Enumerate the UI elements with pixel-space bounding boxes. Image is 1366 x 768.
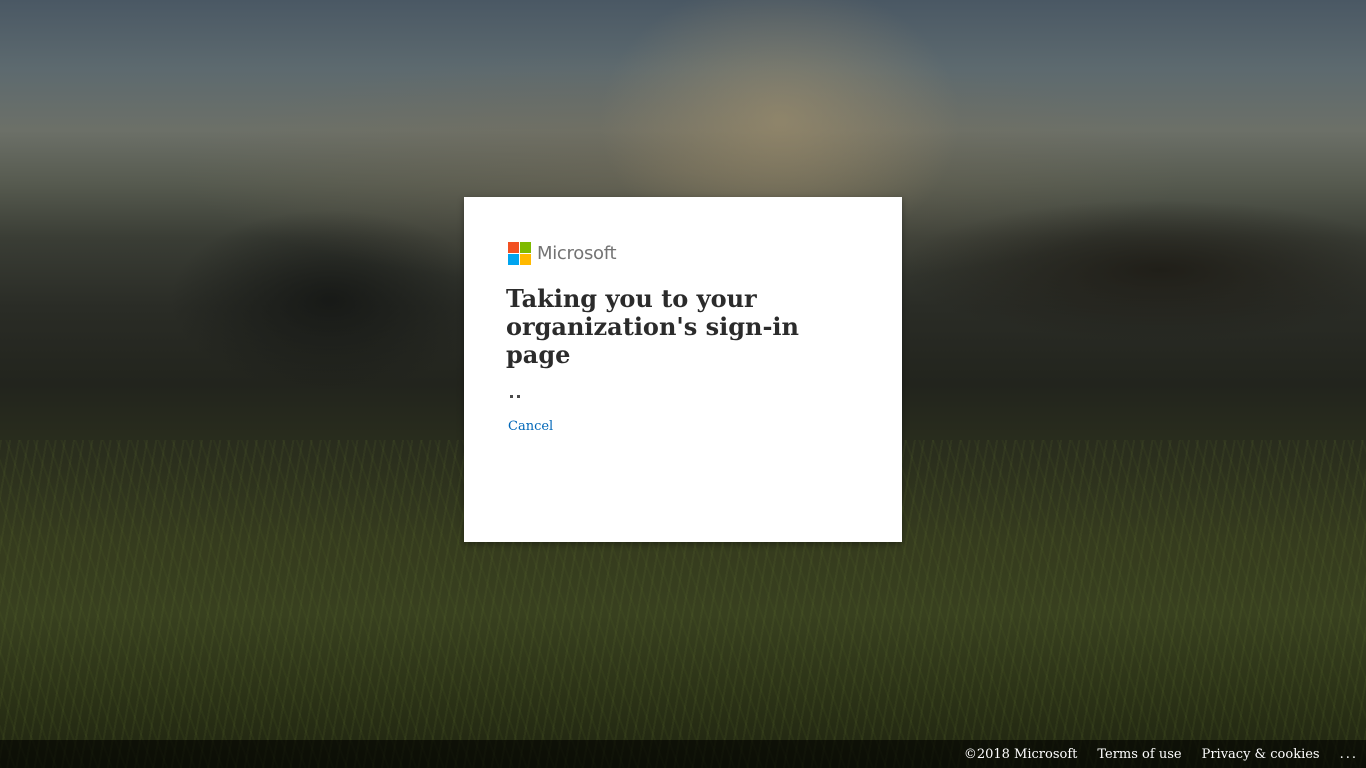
page-title: Taking you to your organization's sign-i… <box>506 284 799 369</box>
logo-wordmark: Microsoft <box>537 242 617 264</box>
copyright-text: ©2018 Microsoft <box>963 746 1078 762</box>
progress-dot <box>510 394 513 398</box>
microsoft-logo: Microsoft <box>508 241 858 265</box>
sign-in-redirect-dialog: Microsoft Taking you to your organizatio… <box>464 197 902 542</box>
progress-dots <box>510 391 858 401</box>
cancel-link[interactable]: Cancel <box>508 419 553 434</box>
footer: ©2018 Microsoft Terms of use Privacy & c… <box>0 740 1366 768</box>
logo-square-green <box>520 241 531 253</box>
logo-square-yellow <box>520 253 531 265</box>
logo-square-blue <box>508 253 519 265</box>
more-options-button[interactable]: ... <box>1340 747 1358 762</box>
microsoft-logo-icon <box>508 241 531 265</box>
logo-square-red <box>508 241 519 253</box>
progress-dot <box>517 394 520 398</box>
terms-of-use-link[interactable]: Terms of use <box>1097 747 1181 762</box>
privacy-cookies-link[interactable]: Privacy & cookies <box>1202 747 1320 762</box>
